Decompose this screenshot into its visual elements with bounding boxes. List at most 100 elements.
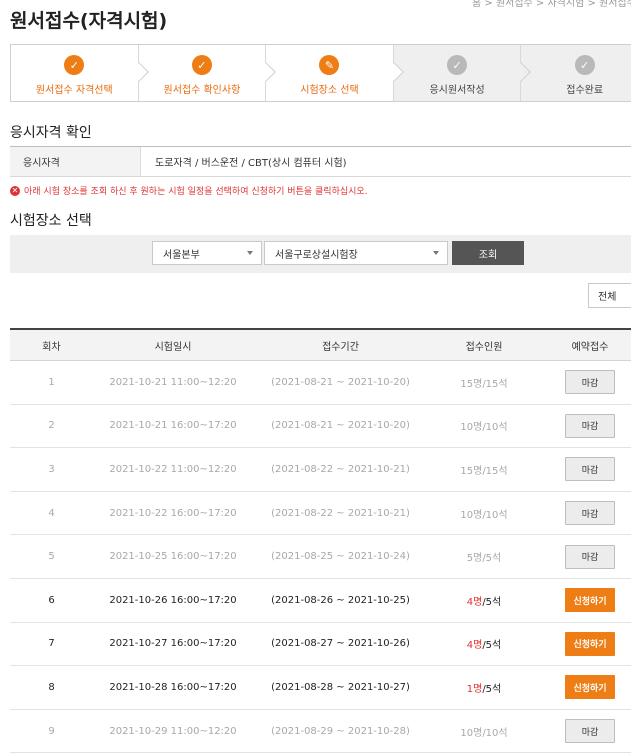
cell-action: 신청하기 — [540, 675, 631, 700]
cell-action: 마감 — [540, 501, 631, 526]
cell-round: 3 — [48, 463, 55, 475]
center-select[interactable]: 서울구로상설시험장 — [264, 241, 448, 265]
qualification-label: 응시자격 — [10, 147, 141, 176]
filter-select-value: 전체 — [598, 292, 617, 303]
step-label: 응시원서작성 — [429, 85, 485, 96]
table-row: 3 2021-10-22 11:00~12:20 (2021-08-22 ~ 202… — [10, 448, 631, 492]
closed-button[interactable]: 마감 — [565, 413, 615, 438]
filter-select[interactable]: 전체 — [588, 283, 631, 308]
apply-button[interactable]: 신청하기 — [565, 631, 615, 656]
qualification-section-title: 응시자격 확인 — [10, 125, 92, 141]
table-header: 회차 시험일시 접수기간 접수인원 예약접수 — [10, 330, 631, 361]
cell-capacity: 10명/10석 — [428, 506, 540, 521]
step-label: 원서접수 자격선택 — [35, 85, 113, 96]
qualification-row: 응시자격 도로자격 / 버스운전 / CBT(상시 컴퓨터 시험) — [10, 146, 631, 177]
breadcrumb: 홈 > 원서접수 > 자격시험 > 원서접수(자 — [472, 0, 631, 9]
cell-period: (2021-08-22 ~ 2021-10-21) — [271, 507, 410, 519]
cell-datetime: 2021-10-21 16:00~17:20 — [109, 420, 237, 432]
apply-button[interactable]: 신청하기 — [565, 675, 615, 700]
check-icon: ✓ — [574, 55, 595, 75]
cell-datetime: 2021-10-22 11:00~12:20 — [109, 463, 237, 475]
table-body: 1 2021-10-21 11:00~12:20 (2021-08-21 ~ 202… — [10, 361, 631, 754]
seat-count: /5석 — [482, 640, 502, 652]
closed-button[interactable]: 마감 — [565, 719, 615, 744]
step-label: 접수완료 — [566, 85, 604, 96]
applied-count: 10명 — [460, 727, 483, 739]
table-row: 8 2021-10-28 16:00~17:20 (2021-08-28 ~ 202… — [10, 666, 631, 710]
cell-action: 마감 — [540, 413, 631, 438]
cell-capacity: 15명/15석 — [428, 375, 540, 390]
closed-button[interactable]: 마감 — [565, 544, 615, 569]
region-select[interactable]: 서울본부 — [152, 241, 262, 265]
cell-datetime: 2021-10-28 16:00~17:20 — [109, 681, 237, 693]
cell-round: 8 — [48, 681, 55, 693]
step-progress-bar: ✓ 원서접수 자격선택 ✓ 원서접수 확인사항 ✎ 시험장소 선택 ✓ 응시원서… — [10, 44, 631, 102]
cell-action: 마감 — [540, 457, 631, 482]
closed-button[interactable]: 마감 — [565, 370, 615, 395]
closed-button[interactable]: 마감 — [565, 457, 615, 482]
header-reservation: 예약접수 — [571, 341, 609, 353]
table-row: 6 2021-10-26 16:00~17:20 (2021-08-26 ~ 202… — [10, 579, 631, 623]
cell-action: 마감 — [540, 544, 631, 569]
seat-count: /5석 — [482, 683, 502, 695]
cell-round: 6 — [48, 594, 55, 606]
cell-datetime: 2021-10-27 16:00~17:20 — [109, 638, 237, 650]
step-1: ✓ 원서접수 자격선택 — [11, 45, 149, 101]
cell-round: 4 — [48, 507, 55, 519]
cell-capacity: 10명/10석 — [428, 724, 540, 739]
cell-period: (2021-08-25 ~ 2021-10-24) — [271, 551, 410, 563]
cell-action: 마감 — [540, 719, 631, 744]
page-title: 원서접수(자격시험) — [10, 10, 168, 32]
cell-action: 마감 — [540, 370, 631, 395]
cell-datetime: 2021-10-22 16:00~17:20 — [109, 507, 237, 519]
region-select-value: 서울본부 — [163, 249, 200, 261]
search-button[interactable]: 조회 — [452, 241, 524, 265]
seat-count: /15석 — [482, 465, 508, 477]
cell-capacity: 10명/10석 — [428, 418, 540, 433]
cell-datetime: 2021-10-29 11:00~12:20 — [109, 725, 237, 737]
applied-count: 15명 — [460, 465, 483, 477]
cell-round: 9 — [48, 725, 55, 737]
table-row: 5 2021-10-25 16:00~17:20 (2021-08-25 ~ 202… — [10, 535, 631, 579]
cell-round: 2 — [48, 420, 55, 432]
closed-button[interactable]: 마감 — [565, 501, 615, 526]
cell-action: 신청하기 — [540, 631, 631, 656]
check-icon: ✓ — [64, 55, 85, 75]
alert-icon: ✕ — [10, 185, 20, 196]
notice-text: 아래 시험 장소를 조회 하신 후 원하는 시험 일정을 선택하여 신청하기 버… — [24, 187, 368, 197]
applied-count: 10명 — [460, 509, 483, 521]
seat-count: /10석 — [482, 727, 508, 739]
cell-capacity: 4명/5석 — [428, 593, 540, 608]
header-round: 회차 — [42, 341, 61, 353]
chevron-down-icon — [247, 251, 253, 255]
applied-count: 1명 — [466, 683, 483, 695]
applied-count: 5명 — [466, 553, 483, 565]
seat-count: /5석 — [482, 596, 502, 608]
cell-datetime: 2021-10-25 16:00~17:20 — [109, 551, 237, 563]
step-3: ✎ 시험장소 선택 — [266, 45, 404, 101]
schedule-table: 회차 시험일시 접수기간 접수인원 예약접수 1 2021-10-21 11:00… — [10, 328, 631, 754]
location-section-title: 시험장소 선택 — [10, 213, 92, 229]
cell-action: 신청하기 — [540, 588, 631, 613]
cell-period: (2021-08-22 ~ 2021-10-21) — [271, 463, 410, 475]
table-row: 7 2021-10-27 16:00~17:20 (2021-08-27 ~ 202… — [10, 623, 631, 667]
chevron-down-icon — [433, 251, 439, 255]
cell-round: 1 — [48, 376, 55, 388]
seat-count: /15석 — [482, 378, 508, 390]
applied-count: 10명 — [460, 422, 483, 434]
cell-capacity: 15명/15석 — [428, 462, 540, 477]
step-5: ✓ 접수완료 — [521, 45, 631, 101]
apply-button[interactable]: 신청하기 — [565, 588, 615, 613]
step-label: 원서접수 확인사항 — [163, 85, 241, 96]
notice-message: ✕ 아래 시험 장소를 조회 하신 후 원하는 시험 일정을 선택하여 신청하기… — [10, 184, 368, 197]
seat-count: /10석 — [482, 509, 508, 521]
cell-period: (2021-08-27 ~ 2021-10-26) — [271, 638, 410, 650]
cell-period: (2021-08-29 ~ 2021-10-28) — [271, 725, 410, 737]
step-4: ✓ 응시원서작성 — [393, 45, 532, 101]
applied-count: 4명 — [466, 596, 483, 608]
cell-round: 5 — [48, 551, 55, 563]
cell-capacity: 4명/5석 — [428, 636, 540, 651]
pencil-icon: ✎ — [319, 55, 340, 75]
cell-datetime: 2021-10-26 16:00~17:20 — [109, 594, 237, 606]
location-search-panel: 서울본부 서울구로상설시험장 조회 — [10, 235, 631, 273]
